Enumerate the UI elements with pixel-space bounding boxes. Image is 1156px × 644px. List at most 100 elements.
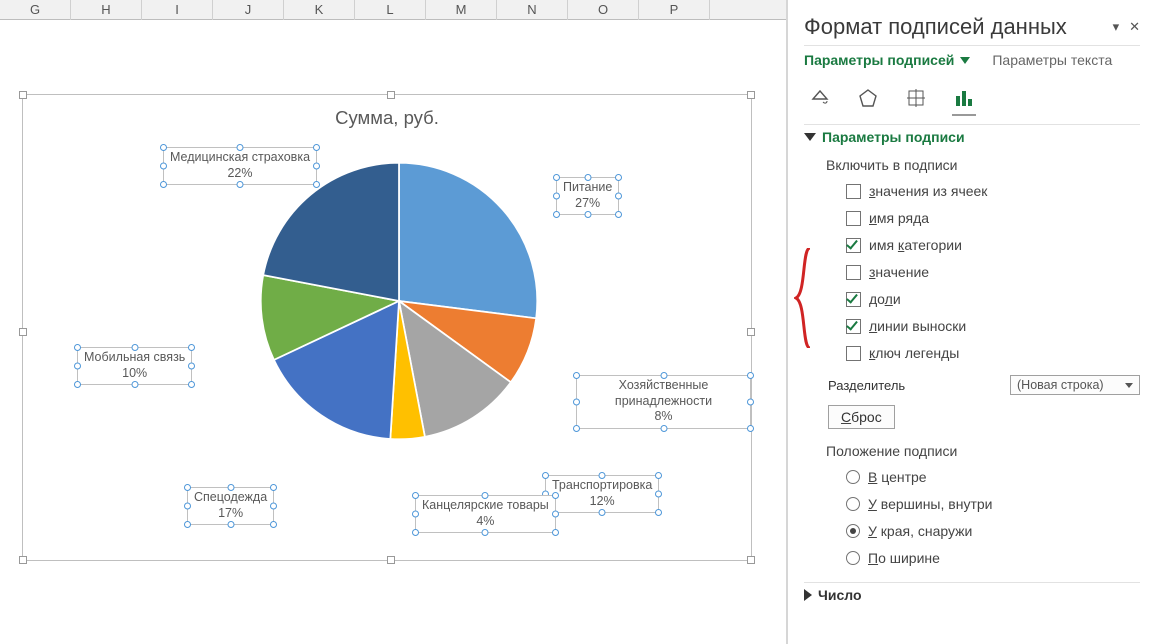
label-handle[interactable]	[553, 211, 560, 218]
column-header[interactable]: O	[568, 0, 639, 20]
column-header[interactable]: I	[142, 0, 213, 20]
checkbox[interactable]	[846, 238, 861, 253]
label-handle[interactable]	[184, 503, 191, 510]
label-handle[interactable]	[747, 425, 754, 432]
section-label-params[interactable]: Параметры подписи	[804, 124, 1140, 149]
label-handle[interactable]	[313, 144, 320, 151]
radio[interactable]	[846, 524, 860, 538]
data-label[interactable]: Медицинская страховка 22%	[163, 147, 317, 185]
label-handle[interactable]	[747, 372, 754, 379]
label-handle[interactable]	[184, 521, 191, 528]
label-handle[interactable]	[412, 492, 419, 499]
selection-handle[interactable]	[19, 556, 27, 564]
label-handle[interactable]	[599, 472, 606, 479]
chart-title[interactable]: Сумма, руб.	[335, 107, 439, 129]
label-handle[interactable]	[160, 181, 167, 188]
label-handle[interactable]	[542, 472, 549, 479]
label-handle[interactable]	[552, 492, 559, 499]
radio-center[interactable]: В центре	[846, 465, 1140, 489]
column-header[interactable]: L	[355, 0, 426, 20]
label-handle[interactable]	[655, 472, 662, 479]
label-handle[interactable]	[412, 511, 419, 518]
checkbox[interactable]	[846, 346, 861, 361]
label-handle[interactable]	[74, 344, 81, 351]
column-header[interactable]: K	[284, 0, 355, 20]
label-handle[interactable]	[74, 363, 81, 370]
label-handle[interactable]	[552, 529, 559, 536]
data-label[interactable]: Хозяйственные принадлежности 8%	[576, 375, 751, 429]
label-handle[interactable]	[482, 492, 489, 499]
label-handle[interactable]	[131, 381, 138, 388]
reset-button[interactable]: Сброс	[828, 405, 895, 429]
selection-handle[interactable]	[19, 91, 27, 99]
tab-text-options[interactable]: Параметры текста	[992, 52, 1112, 68]
label-handle[interactable]	[188, 344, 195, 351]
check-series-name[interactable]: имя ряда	[846, 206, 1140, 230]
label-handle[interactable]	[553, 193, 560, 200]
checkbox[interactable]	[846, 211, 861, 226]
label-handle[interactable]	[482, 529, 489, 536]
worksheet-area[interactable]: GHIJKLMNOP Сумма, руб. Питание 27% Хозяй…	[0, 0, 786, 644]
radio[interactable]	[846, 470, 860, 484]
label-handle[interactable]	[615, 211, 622, 218]
radio-outside-end[interactable]: У края, снаружи	[846, 519, 1140, 543]
label-handle[interactable]	[227, 521, 234, 528]
label-handle[interactable]	[553, 174, 560, 181]
label-handle[interactable]	[188, 363, 195, 370]
label-handle[interactable]	[655, 491, 662, 498]
label-handle[interactable]	[599, 509, 606, 516]
separator-dropdown[interactable]: (Новая строка)	[1010, 375, 1140, 395]
label-handle[interactable]	[160, 144, 167, 151]
label-handle[interactable]	[573, 398, 580, 405]
label-handle[interactable]	[188, 381, 195, 388]
selection-handle[interactable]	[387, 91, 395, 99]
label-handle[interactable]	[584, 174, 591, 181]
label-handle[interactable]	[184, 484, 191, 491]
check-legend-key[interactable]: ключ легенды	[846, 341, 1140, 365]
selection-handle[interactable]	[387, 556, 395, 564]
check-leader-lines[interactable]: линии выноски	[846, 314, 1140, 338]
selection-handle[interactable]	[747, 91, 755, 99]
label-handle[interactable]	[160, 163, 167, 170]
pie-chart[interactable]	[255, 157, 543, 445]
label-handle[interactable]	[584, 211, 591, 218]
data-label[interactable]: Мобильная связь 10%	[77, 347, 192, 385]
label-handle[interactable]	[313, 163, 320, 170]
label-handle[interactable]	[270, 503, 277, 510]
radio[interactable]	[846, 497, 860, 511]
label-handle[interactable]	[227, 484, 234, 491]
label-handle[interactable]	[237, 181, 244, 188]
column-header[interactable]: G	[0, 0, 71, 20]
pie-slice[interactable]	[399, 163, 537, 319]
label-handle[interactable]	[237, 144, 244, 151]
label-handle[interactable]	[270, 484, 277, 491]
label-handle[interactable]	[615, 193, 622, 200]
radio-inside-end[interactable]: У вершины, внутри	[846, 492, 1140, 516]
checkbox[interactable]	[846, 319, 861, 334]
label-handle[interactable]	[655, 509, 662, 516]
check-percent[interactable]: доли	[846, 287, 1140, 311]
label-handle[interactable]	[270, 521, 277, 528]
label-handle[interactable]	[573, 372, 580, 379]
section-number[interactable]: Число	[804, 582, 1140, 607]
column-header[interactable]: P	[639, 0, 710, 20]
data-label[interactable]: Питание 27%	[556, 177, 619, 215]
selection-handle[interactable]	[747, 328, 755, 336]
chart-object[interactable]: Сумма, руб. Питание 27% Хозяйственные пр…	[22, 94, 752, 561]
label-handle[interactable]	[552, 511, 559, 518]
label-handle[interactable]	[747, 398, 754, 405]
close-icon[interactable]: ✕	[1129, 19, 1140, 35]
effects-icon[interactable]	[854, 84, 882, 112]
checkbox[interactable]	[846, 292, 861, 307]
check-category-name[interactable]: имя категории	[846, 233, 1140, 257]
fill-line-icon[interactable]	[806, 84, 834, 112]
pane-menu-arrow-icon[interactable]: ▾	[1113, 19, 1120, 35]
label-handle[interactable]	[660, 425, 667, 432]
label-options-icon[interactable]	[950, 84, 978, 112]
checkbox[interactable]	[846, 265, 861, 280]
label-handle[interactable]	[573, 425, 580, 432]
data-label[interactable]: Транспортировка 12%	[545, 475, 659, 513]
selection-handle[interactable]	[747, 556, 755, 564]
selection-handle[interactable]	[19, 328, 27, 336]
column-header[interactable]: M	[426, 0, 497, 20]
